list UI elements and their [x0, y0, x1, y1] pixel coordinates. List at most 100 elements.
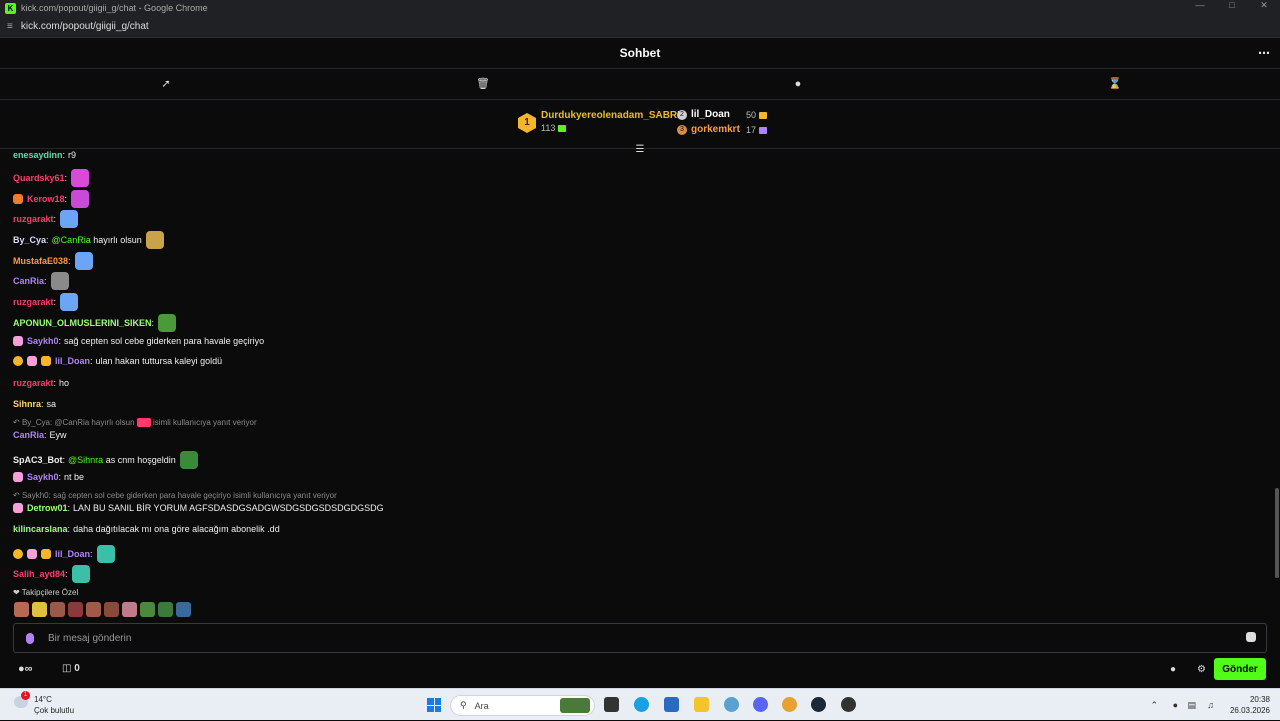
- address-bar[interactable]: ≡ kick.com/popout/giigii_g/chat: [0, 16, 1280, 38]
- emote-icon[interactable]: [60, 293, 79, 311]
- leaderboard-second[interactable]: 2 lil_Doan 50: [677, 109, 767, 120]
- emote-icon[interactable]: [68, 602, 83, 617]
- trash-icon[interactable]: 🗑: [476, 78, 490, 90]
- message-username[interactable]: MustafaE038: [13, 256, 68, 266]
- chat-message: lil_Doan: ulan hakan tuttursa kaleyi gold…: [13, 356, 222, 366]
- pepe-emote-icon[interactable]: [176, 602, 191, 617]
- send-button[interactable]: Gönder: [1214, 658, 1266, 680]
- message-username[interactable]: CanRia: [13, 276, 44, 286]
- message-username[interactable]: kilincarslana: [13, 524, 68, 534]
- emote-icon[interactable]: [71, 190, 90, 208]
- chat-message: CanRia: Eyw: [13, 430, 67, 440]
- microphone-icon[interactable]: ●: [1173, 700, 1178, 710]
- file-explorer-icon[interactable]: [694, 697, 709, 712]
- discord-icon[interactable]: [753, 697, 768, 712]
- browser-titlebar: K kick.com/popout/giigii_g/chat - Google…: [0, 0, 1280, 16]
- microphone-icon[interactable]: [26, 632, 34, 644]
- steam-icon[interactable]: [811, 697, 826, 712]
- message-username[interactable]: ruzgarakt: [13, 378, 54, 388]
- message-username[interactable]: SpAC3_Bot: [13, 455, 63, 465]
- message-mention[interactable]: @Sihnra: [68, 455, 103, 465]
- chat-bottom-bar: ●∞ ◫ 0 ● ⚙ Gönder: [0, 655, 1280, 687]
- minimize-icon[interactable]: —: [1184, 0, 1216, 11]
- message-input-box[interactable]: [13, 623, 1267, 653]
- butterfly-badge-icon: [27, 356, 37, 366]
- hourglass-icon[interactable]: ⌛: [1108, 78, 1122, 90]
- task-view-icon[interactable]: [604, 697, 619, 712]
- store-icon[interactable]: [664, 697, 679, 712]
- more-icon[interactable]: ⋯: [1258, 46, 1270, 60]
- message-input[interactable]: [48, 632, 1198, 644]
- cat-emote-icon[interactable]: [50, 272, 69, 290]
- gift-leaderboard: 1 Durdukyereolenadam_SABRI 113 2 lil_Doa…: [0, 100, 1280, 149]
- pepe-emote-icon[interactable]: [140, 602, 155, 617]
- message-username[interactable]: Saykh0: [27, 472, 59, 482]
- volume-icon[interactable]: ♫: [1207, 700, 1214, 710]
- reply-context[interactable]: ↶ By_Cya: @CanRia hayırlı olsun isimli k…: [13, 418, 257, 428]
- pin-icon[interactable]: ➚: [160, 78, 172, 90]
- message-username[interactable]: By_Cya: [13, 235, 46, 245]
- obs-icon[interactable]: [841, 697, 856, 712]
- message-username[interactable]: lil_Doan: [55, 549, 90, 559]
- chat-bubble-icon[interactable]: ●: [792, 78, 804, 90]
- chat-scrollbar[interactable]: [1275, 488, 1279, 578]
- emote-icon[interactable]: [86, 602, 101, 617]
- settings-app-icon[interactable]: [724, 697, 739, 712]
- message-username[interactable]: Salih_ayd84: [13, 569, 65, 579]
- message-username[interactable]: ruzgarakt: [13, 297, 54, 307]
- weather-desc: Çok bulutlu: [34, 706, 75, 715]
- windows-start-icon[interactable]: [427, 698, 441, 712]
- emote-icon[interactable]: [104, 602, 119, 617]
- restore-icon[interactable]: □: [1216, 0, 1248, 11]
- message-username[interactable]: ruzgarakt: [13, 214, 54, 224]
- emote-icon[interactable]: [14, 602, 29, 617]
- chevron-up-icon[interactable]: ⌃: [1150, 700, 1158, 711]
- chrome-icon[interactable]: [782, 697, 797, 712]
- emote-icon[interactable]: [122, 602, 137, 617]
- emote-icon[interactable]: [60, 210, 79, 228]
- url-text[interactable]: kick.com/popout/giigii_g/chat: [21, 21, 149, 32]
- emote-icon[interactable]: [96, 545, 115, 563]
- message-username[interactable]: lil_Doan: [55, 356, 90, 366]
- points-icon[interactable]: ●∞: [18, 663, 33, 675]
- emote-icon[interactable]: [32, 602, 47, 617]
- chat-message: ruzgarakt: ho: [13, 378, 70, 388]
- leaderboard-first-name: Durdukyereolenadam_SABRI: [541, 110, 680, 121]
- emote-icon[interactable]: [145, 231, 164, 249]
- emote-icon[interactable]: [71, 169, 90, 187]
- network-icon[interactable]: ▤: [1187, 700, 1196, 711]
- clock[interactable]: 20:38 26.03.2026: [1230, 694, 1270, 716]
- pepe-emote-icon[interactable]: [158, 602, 173, 617]
- message-username[interactable]: Detrow01: [27, 503, 68, 513]
- edge-icon[interactable]: [634, 697, 649, 712]
- taskbar-search[interactable]: ⚲ Ara: [450, 695, 595, 716]
- emote-icon[interactable]: [74, 252, 93, 270]
- message-username[interactable]: Quardsky61: [13, 173, 65, 183]
- message-username[interactable]: APONUN_OLMUSLERINI_SIKEN: [13, 318, 152, 328]
- emote-icon[interactable]: [50, 602, 65, 617]
- message-username[interactable]: Kerow18: [27, 194, 65, 204]
- leaderboard-third[interactable]: 3 gorkemkrt 17: [677, 124, 767, 135]
- rank-badge-icon: [13, 549, 23, 559]
- pepe-emote-icon[interactable]: [158, 314, 177, 332]
- message-mention[interactable]: @CanRia: [52, 235, 91, 245]
- leaderboard-first[interactable]: 1 Durdukyereolenadam_SABRI 113: [518, 110, 680, 133]
- bronze-medal-icon: 3: [677, 124, 687, 135]
- message-username[interactable]: enesaydinn: [13, 150, 63, 160]
- points-display[interactable]: ◫ 0: [62, 663, 80, 674]
- gift-badge-icon: [41, 549, 51, 559]
- message-username[interactable]: CanRia: [13, 430, 44, 440]
- window-title: kick.com/popout/giigii_g/chat - Google C…: [21, 3, 208, 13]
- gear-icon[interactable]: ⚙: [1197, 664, 1206, 675]
- emote-icon[interactable]: [71, 565, 90, 583]
- site-settings-icon[interactable]: ≡: [7, 21, 13, 32]
- emoji-picker-icon[interactable]: [1246, 632, 1256, 642]
- chat-message: ruzgarakt:: [13, 293, 79, 311]
- message-username[interactable]: Sihnra: [13, 399, 41, 409]
- message-username[interactable]: Saykh0: [27, 336, 59, 346]
- close-icon[interactable]: ✕: [1248, 0, 1280, 11]
- reply-context[interactable]: ↶ Saykh0: sağ cepten sol cebe giderken p…: [13, 491, 337, 500]
- pepe-emote-icon[interactable]: [179, 451, 198, 469]
- chat-bubble-icon[interactable]: ●: [1170, 664, 1176, 675]
- quick-emote-row: [14, 602, 191, 617]
